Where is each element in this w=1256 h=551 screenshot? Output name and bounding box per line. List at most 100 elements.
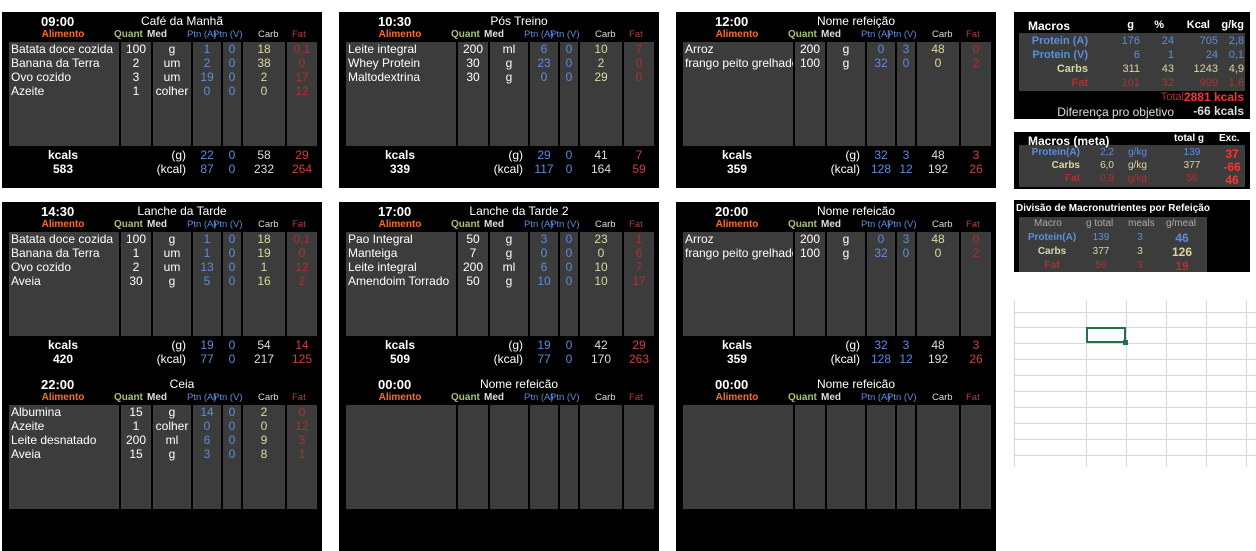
food-row[interactable]: Maltodextrina 30 g 0 0 29 0	[346, 70, 654, 84]
food-row[interactable]: Batata doce cozida 100 g 1 0 18 0,1	[9, 42, 317, 56]
food-qty[interactable]: 3	[121, 70, 151, 84]
food-qty[interactable]: 15	[121, 405, 151, 419]
food-qty[interactable]: 2	[121, 260, 151, 274]
food-row[interactable]: Manteiga 7 g 0 0 0 6	[346, 246, 654, 260]
food-name[interactable]: Arroz	[685, 232, 793, 246]
macro-kcal: 909	[1199, 77, 1218, 89]
food-name[interactable]: frango peito grelhado	[685, 56, 793, 70]
food-qty[interactable]: 30	[458, 56, 488, 70]
food-qty[interactable]: 50	[458, 232, 488, 246]
food-name[interactable]: Pao Integral	[348, 232, 456, 246]
food-row[interactable]: frango peito grelhado 100 g 32 0 0 2	[683, 246, 991, 260]
food-row[interactable]: Albumina 15 g 14 0 2 0	[9, 405, 317, 419]
meta-gkg[interactable]: 6,0	[1084, 160, 1114, 171]
food-qty[interactable]: 50	[458, 274, 488, 288]
division-label: Carbs	[1037, 246, 1067, 257]
meal-name[interactable]: Lanche da Tarde 2	[449, 204, 589, 218]
food-name[interactable]: Azeite	[11, 419, 119, 433]
food-row[interactable]: Arroz 200 g 0 3 48 0	[683, 42, 991, 56]
food-ptn-a: 2	[203, 56, 211, 70]
food-row[interactable]: Aveia 30 g 5 0 16 2	[9, 274, 317, 288]
food-qty[interactable]: 2	[121, 56, 151, 70]
meal-name[interactable]: Pós Treino	[449, 14, 589, 28]
food-qty[interactable]: 100	[795, 246, 825, 260]
food-row[interactable]: frango peito grelhado 100 g 32 0 0 2	[683, 56, 991, 70]
food-qty[interactable]: 100	[121, 232, 151, 246]
food-name[interactable]: Banana da Terra	[11, 246, 119, 260]
food-qty[interactable]: 1	[121, 246, 151, 260]
food-carb: 16	[257, 274, 271, 288]
kcal-unit: (kcal)	[156, 352, 186, 366]
food-name[interactable]: Aveia	[11, 274, 119, 288]
spreadsheet-area[interactable]	[1014, 300, 1256, 467]
food-name[interactable]: Leite integral	[348, 260, 456, 274]
meal-name[interactable]: Lanche da Tarde	[112, 204, 252, 218]
division-meals[interactable]: 3	[1128, 232, 1152, 243]
food-row[interactable]: Leite integral 200 ml 6 0 10 7	[346, 42, 654, 56]
col-food: Alimento	[715, 29, 759, 40]
food-qty[interactable]: 200	[458, 42, 488, 56]
food-qty[interactable]: 200	[121, 433, 151, 447]
food-name[interactable]: Leite desnatado	[11, 433, 119, 447]
meta-title: Macros (meta)	[1028, 134, 1110, 148]
meta-gkg[interactable]: 2,2	[1084, 147, 1114, 158]
meta-gkg[interactable]: 0,9	[1084, 173, 1114, 184]
food-row[interactable]: Banana da Terra 2 um 2 0 38 0	[9, 56, 317, 70]
meal-name[interactable]: Nome refeição	[786, 14, 926, 28]
food-name[interactable]: Batata doce cozida	[11, 42, 119, 56]
food-qty[interactable]: 1	[121, 419, 151, 433]
division-meals[interactable]: 3	[1128, 246, 1152, 257]
food-name[interactable]: Maltodextrina	[348, 70, 456, 84]
food-qty[interactable]: 100	[121, 42, 151, 56]
food-qty[interactable]: 7	[458, 246, 488, 260]
food-name[interactable]: Whey Protein	[348, 56, 456, 70]
food-qty[interactable]: 30	[121, 274, 151, 288]
food-carb: 9	[260, 433, 268, 447]
food-row[interactable]: Leite desnatado 200 ml 6 0 9 3	[9, 433, 317, 447]
meal-name[interactable]: Nome refeicão	[449, 377, 589, 391]
food-row[interactable]: Pao Integral 50 g 3 0 23 1	[346, 232, 654, 246]
food-name[interactable]: Albumina	[11, 405, 119, 419]
col-unit: Med	[821, 392, 841, 403]
food-name[interactable]: Manteiga	[348, 246, 456, 260]
meal-name[interactable]: Nome refeicão	[786, 377, 926, 391]
food-row[interactable]: Aveia 15 g 3 0 8 1	[9, 447, 317, 461]
food-name[interactable]: Aveia	[11, 447, 119, 461]
kcals-label: kcals	[47, 338, 79, 352]
food-row[interactable]: Whey Protein 30 g 23 0 2 0	[346, 56, 654, 70]
food-qty[interactable]: 200	[458, 260, 488, 274]
food-ptn-a: 6	[203, 433, 211, 447]
food-name[interactable]: Banana da Terra	[11, 56, 119, 70]
food-row[interactable]: Azeite 1 colher 0 0 0 12	[9, 84, 317, 98]
food-qty[interactable]: 100	[795, 56, 825, 70]
food-qty[interactable]: 1	[121, 84, 151, 98]
division-meals[interactable]: 3	[1128, 260, 1152, 271]
food-name[interactable]: Amendoim Torrado	[348, 274, 456, 288]
food-name[interactable]: frango peito grelhado	[685, 246, 793, 260]
food-row[interactable]: Amendoim Torrado 50 g 10 0 10 17	[346, 274, 654, 288]
food-row[interactable]: Azeite 1 colher 0 0 0 12	[9, 419, 317, 433]
food-row[interactable]: Banana da Terra 1 um 1 0 19 0	[9, 246, 317, 260]
food-name[interactable]: Azeite	[11, 84, 119, 98]
food-name[interactable]: Ovo cozido	[11, 70, 119, 84]
selected-cell[interactable]	[1086, 327, 1128, 345]
meal-name[interactable]: Café da Manhã	[112, 14, 252, 28]
food-row[interactable]: Ovo cozido 2 um 13 0 1 12	[9, 260, 317, 274]
food-qty[interactable]: 15	[121, 447, 151, 461]
food-row[interactable]: Batata doce cozida 100 g 1 0 18 0,1	[9, 232, 317, 246]
meal-name[interactable]: Ceia	[112, 377, 252, 391]
food-row[interactable]: Arroz 200 g 0 3 48 0	[683, 232, 991, 246]
food-row[interactable]: Ovo cozido 3 um 19 0 2 17	[9, 70, 317, 84]
food-qty[interactable]: 200	[795, 42, 825, 56]
food-name[interactable]: Arroz	[685, 42, 793, 56]
food-name[interactable]: Ovo cozido	[11, 260, 119, 274]
food-name[interactable]: Batata doce cozida	[11, 232, 119, 246]
food-name[interactable]: Leite integral	[348, 42, 456, 56]
meal-kcal-total: 509	[389, 352, 411, 366]
food-row[interactable]: Leite integral 200 ml 6 0 10 7	[346, 260, 654, 274]
food-fat: 1	[298, 447, 306, 461]
food-qty[interactable]: 200	[795, 232, 825, 246]
meal-name[interactable]: Nome refeicão	[786, 204, 926, 218]
food-qty[interactable]: 30	[458, 70, 488, 84]
macro-kcal: 705	[1199, 35, 1218, 47]
